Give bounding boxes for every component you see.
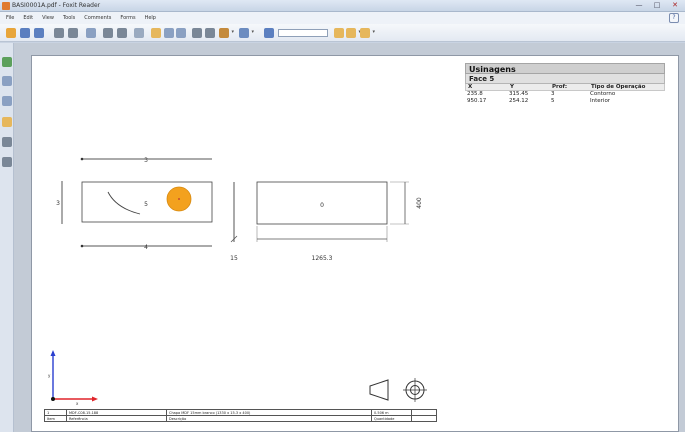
- menu-view[interactable]: View: [42, 15, 54, 21]
- dim-label-left: 3: [56, 200, 60, 207]
- dim-label-bottom: 4: [144, 244, 148, 251]
- title-block-row: Item Referência Descrição Quantidade: [45, 416, 436, 422]
- signatures-icon[interactable]: [2, 157, 12, 167]
- dim-label-top: 3: [144, 157, 148, 164]
- document-area: 3 3 5 4 15 0 400 1265.3 y x Usinagens Fa…: [14, 43, 685, 432]
- face-title: Face 5: [465, 74, 665, 84]
- drawing-title-block: 1 MDF-C08.15.188 Chapa MDF 15mm branco (…: [44, 409, 437, 422]
- copy-icon[interactable]: [134, 28, 144, 38]
- panel-title: Usinagens: [465, 63, 665, 74]
- hand-tool-icon[interactable]: [151, 28, 161, 38]
- drill-hole-center: [178, 198, 180, 200]
- dim-label-length: 1265.3: [312, 255, 333, 262]
- find-options-icon[interactable]: [360, 28, 375, 38]
- window-controls: — □ ✕: [631, 1, 683, 10]
- maximize-button[interactable]: □: [649, 1, 665, 10]
- table-row: 235.8 315.45 3 Contorno: [465, 91, 665, 98]
- pdf-page: 3 3 5 4 15 0 400 1265.3 y x Usinagens Fa…: [31, 55, 679, 432]
- window-title: BASI0001A.pdf - Foxit Reader: [12, 2, 101, 9]
- dim-label-height: 400: [416, 197, 423, 209]
- tb-extra: [412, 410, 436, 415]
- table-row: 950.17 254.12 5 Interior: [465, 98, 665, 105]
- find-previous-icon[interactable]: [334, 28, 344, 38]
- axis-x-label: x: [76, 401, 79, 406]
- axis-x-arrow: [92, 396, 98, 402]
- save-icon[interactable]: [20, 28, 30, 38]
- foxit-app-icon: [2, 2, 10, 10]
- help-icon[interactable]: ?: [669, 13, 679, 23]
- col-depth: Prof:: [552, 84, 568, 90]
- technical-drawing: 3 3 5 4 15 0 400 1265.3 y x: [48, 157, 427, 406]
- stamp-icon[interactable]: [219, 28, 234, 38]
- menu-forms[interactable]: Forms: [120, 15, 135, 21]
- cell-y: 254.12: [509, 98, 529, 104]
- side-label: 0: [320, 202, 324, 209]
- select-tool-icon[interactable]: [164, 28, 179, 38]
- layers-icon[interactable]: [2, 96, 12, 106]
- title-bar: BASI0001A.pdf - Foxit Reader — □ ✕: [0, 0, 685, 12]
- print-icon[interactable]: [54, 28, 64, 38]
- cell-y: 315.45: [509, 91, 529, 97]
- tb-description-label: Descrição: [167, 416, 372, 422]
- menu-bar: File Edit View Tools Comments Forms Help: [0, 12, 685, 24]
- dim-tick: [80, 157, 84, 161]
- tb-reference: MDF-C08.15.188: [67, 410, 167, 415]
- projection-cone-icon: [369, 379, 389, 401]
- machining-panel: Usinagens Face 5 X Y Prof: Tipo de Opera…: [465, 63, 665, 105]
- tb-item: 1: [45, 410, 67, 415]
- comments-icon[interactable]: [2, 117, 12, 127]
- cell-depth: 3: [551, 91, 555, 97]
- col-x: X: [468, 84, 473, 90]
- fit-width-icon[interactable]: [117, 28, 127, 38]
- toolbar: [0, 24, 685, 42]
- close-button[interactable]: ✕: [667, 1, 683, 10]
- bookmarks-icon[interactable]: [2, 57, 12, 67]
- menu-file[interactable]: File: [6, 15, 14, 21]
- cell-depth: 5: [551, 98, 555, 104]
- tb-extra-label: [412, 416, 436, 422]
- pages-icon[interactable]: [2, 76, 12, 86]
- attachments-icon[interactable]: [2, 137, 12, 147]
- minimize-button[interactable]: —: [631, 1, 647, 10]
- axis-origin: [51, 397, 55, 401]
- find-next-icon[interactable]: [346, 28, 361, 38]
- menu-help[interactable]: Help: [145, 15, 156, 21]
- snapshot-icon[interactable]: [176, 28, 186, 38]
- menu-comments[interactable]: Comments: [84, 15, 111, 21]
- zoom-in-icon[interactable]: [192, 28, 202, 38]
- tb-quantity-label: Quantidade: [372, 416, 412, 422]
- email-icon[interactable]: [68, 28, 78, 38]
- menu-tools[interactable]: Tools: [63, 15, 75, 21]
- cell-operation: Interior: [590, 98, 611, 104]
- face-label: 5: [144, 201, 148, 208]
- properties-icon[interactable]: [86, 28, 96, 38]
- fit-page-icon[interactable]: [103, 28, 113, 38]
- cell-x: 950.17: [467, 98, 487, 104]
- find-input[interactable]: [278, 29, 328, 37]
- tb-reference-label: Referência: [67, 416, 167, 422]
- contour-arc: [107, 191, 141, 215]
- dim-tick: [80, 244, 84, 248]
- image-icon[interactable]: [205, 28, 215, 38]
- open-icon[interactable]: [6, 28, 16, 38]
- menu-edit[interactable]: Edit: [23, 15, 33, 21]
- tb-description: Chapa MDF 15mm branco (1330 x 15.3 x 400…: [167, 410, 372, 415]
- table-header: X Y Prof: Tipo de Operação: [465, 84, 665, 91]
- col-operation: Tipo de Operação: [591, 84, 646, 90]
- tb-quantity: 0.506 m: [372, 410, 412, 415]
- col-y: Y: [510, 84, 514, 90]
- cell-operation: Contorno: [590, 91, 616, 97]
- tb-item-label: Item: [45, 416, 67, 422]
- axis-y-label: y: [48, 373, 51, 378]
- axis-y-arrow: [50, 350, 56, 356]
- save-as-icon[interactable]: [34, 28, 44, 38]
- find-icon[interactable]: [264, 28, 274, 38]
- navigation-sidebar: [0, 43, 14, 432]
- pen-icon[interactable]: [239, 28, 254, 38]
- cell-x: 235.8: [467, 91, 483, 97]
- dim-label-thickness: 15: [230, 255, 238, 262]
